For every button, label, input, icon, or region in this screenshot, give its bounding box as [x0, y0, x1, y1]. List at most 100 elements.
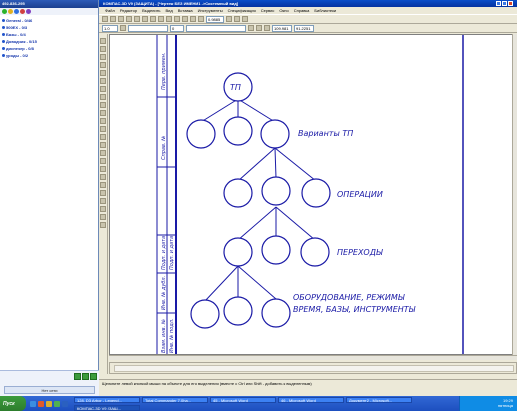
menu-view[interactable]: Вид	[166, 8, 173, 13]
search-button[interactable]	[90, 373, 97, 380]
settings-icon[interactable]	[20, 9, 25, 14]
menu-service[interactable]: Сервис	[261, 8, 275, 13]
ortho-icon[interactable]	[264, 25, 270, 31]
snap-icon[interactable]	[256, 25, 262, 31]
operation-node[interactable]	[261, 176, 291, 206]
contour-icon[interactable]	[100, 214, 106, 220]
coord-x-field[interactable]: 109.981	[272, 24, 292, 32]
equipment-node[interactable]	[223, 296, 253, 326]
contact-group[interactable]: 500ЕХ - 0/3	[2, 24, 96, 31]
folder-icon[interactable]	[46, 400, 52, 407]
start-button[interactable]: Пуск	[0, 396, 26, 411]
zoom-field[interactable]: 0.9885	[206, 15, 224, 23]
variant-node[interactable]	[186, 119, 216, 149]
menu-specification[interactable]: Спецификация	[228, 8, 256, 13]
task-button-active[interactable]: КОМПАС-3D V9 (ЗАЩ...	[74, 405, 140, 411]
operation-node[interactable]	[301, 178, 331, 208]
open-file-icon[interactable]	[110, 16, 116, 22]
chamfer-icon[interactable]	[100, 198, 106, 204]
equidistant-icon[interactable]	[100, 222, 106, 228]
messenger-icon[interactable]	[54, 400, 60, 407]
fillet-icon[interactable]	[100, 206, 106, 212]
spec-icon[interactable]	[100, 94, 106, 100]
menu-libraries[interactable]: Библиотеки	[314, 8, 336, 13]
menu-icon[interactable]	[26, 9, 31, 14]
new-file-icon[interactable]	[102, 16, 108, 22]
arc-icon[interactable]	[100, 142, 106, 148]
minimize-button[interactable]	[496, 1, 501, 6]
variant-node[interactable]	[260, 119, 290, 149]
cut-icon[interactable]	[134, 16, 140, 22]
zoom-window-icon[interactable]	[198, 16, 204, 22]
status-online-icon[interactable]	[2, 9, 7, 14]
geometry-icon[interactable]	[100, 38, 106, 44]
save-icon[interactable]	[118, 16, 124, 22]
coord-y-field[interactable]: 91.2251	[294, 24, 314, 32]
refresh-icon[interactable]	[234, 16, 240, 22]
task-button[interactable]: Total Commander 7.0ha...	[142, 397, 208, 403]
equipment-node[interactable]	[261, 298, 291, 328]
menu-help[interactable]: Справка	[294, 8, 310, 13]
contact-group[interactable]: Базы - 0/4	[2, 31, 96, 38]
point-icon[interactable]	[100, 118, 106, 124]
insert-icon[interactable]	[100, 110, 106, 116]
contact-group[interactable]: диспечер - 0/8	[2, 45, 96, 52]
close-button[interactable]	[508, 1, 513, 6]
paste-icon[interactable]	[150, 16, 156, 22]
polyline-icon[interactable]	[100, 158, 106, 164]
zoom-in-icon[interactable]	[182, 16, 188, 22]
drawing-canvas[interactable]: Перв. примен. Справ. № Подп. и дата Инв.…	[109, 34, 517, 355]
users-icon[interactable]	[14, 9, 19, 14]
system-menu-button[interactable]	[82, 373, 89, 380]
designations-icon[interactable]	[100, 54, 106, 60]
style-icon[interactable]	[120, 25, 126, 31]
print-icon[interactable]	[126, 16, 132, 22]
polygon-icon[interactable]	[100, 174, 106, 180]
style-select[interactable]	[128, 24, 168, 32]
operation-node[interactable]	[223, 178, 253, 208]
word-icon[interactable]	[62, 400, 68, 407]
transition-node[interactable]	[261, 235, 291, 265]
parameterization-icon[interactable]	[100, 70, 106, 76]
menu-file[interactable]: Файл	[105, 8, 115, 13]
task-button[interactable]: 46 - Microsoft Word	[278, 397, 344, 403]
main-menu-button[interactable]	[74, 373, 81, 380]
line-icon[interactable]	[100, 126, 106, 132]
measure-icon[interactable]	[100, 78, 106, 84]
circle-icon[interactable]	[100, 134, 106, 140]
contact-group[interactable]: Доводчик - 0/15	[2, 38, 96, 45]
dimensions-icon[interactable]	[100, 46, 106, 52]
redo-icon[interactable]	[166, 16, 172, 22]
task-button[interactable]: 128. D3 Arbor - Legend...	[74, 397, 140, 403]
hatch-icon[interactable]	[100, 190, 106, 196]
transition-node[interactable]	[223, 237, 253, 267]
transition-node[interactable]	[300, 237, 330, 267]
spline-icon[interactable]	[100, 182, 106, 188]
menu-window[interactable]: Окно	[279, 8, 288, 13]
task-button[interactable]: Документ2 - Microsoft...	[346, 397, 412, 403]
copy-icon[interactable]	[142, 16, 148, 22]
menu-edit[interactable]: Редактор	[120, 8, 137, 13]
reports-icon[interactable]	[100, 102, 106, 108]
away-icon[interactable]	[8, 9, 13, 14]
variant-node[interactable]	[223, 116, 253, 146]
undo-icon[interactable]	[158, 16, 164, 22]
menu-insert[interactable]: Вставка	[178, 8, 193, 13]
task-button[interactable]: 45 - Microsoft Word	[210, 397, 276, 403]
properties-field[interactable]	[114, 365, 514, 372]
edit-icon[interactable]	[100, 62, 106, 68]
desktop-icon[interactable]	[30, 400, 36, 407]
maximize-button[interactable]	[502, 1, 507, 6]
select-icon[interactable]	[100, 86, 106, 92]
pan-icon[interactable]	[226, 16, 232, 22]
scale-field[interactable]: 1.0	[102, 24, 118, 32]
show-all-icon[interactable]	[242, 16, 248, 22]
ellipse-icon[interactable]	[100, 150, 106, 156]
contact-group[interactable]: уроды - 0/2	[2, 52, 96, 59]
zoom-out-icon[interactable]	[190, 16, 196, 22]
properties-icon[interactable]	[174, 16, 180, 22]
layer-field[interactable]: 0	[170, 24, 184, 32]
vertical-scrollbar[interactable]	[512, 34, 517, 355]
horizontal-scrollbar[interactable]	[109, 355, 517, 360]
grid-icon[interactable]	[248, 25, 254, 31]
